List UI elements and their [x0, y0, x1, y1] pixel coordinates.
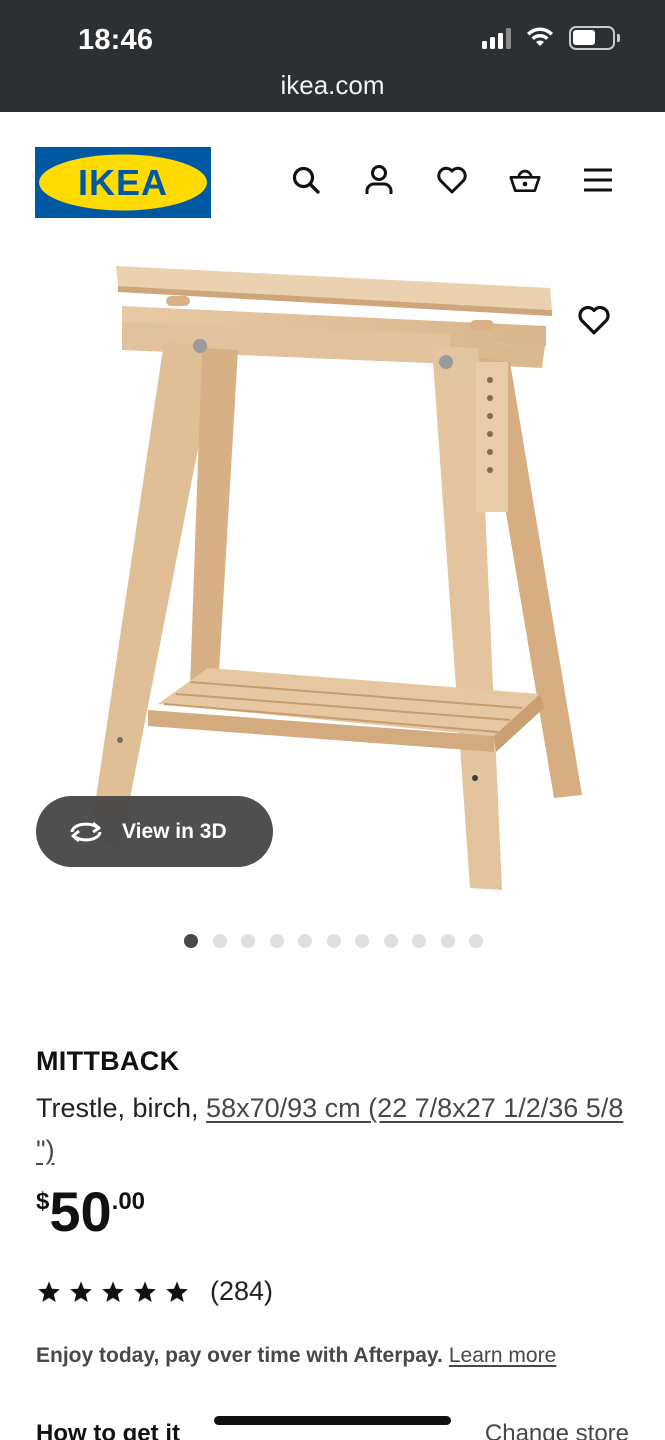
product-description: Trestle, birch, 58x70/93 cm (22 7/8x27 1… — [36, 1087, 636, 1171]
star-icon — [166, 1281, 188, 1302]
how-to-get-it-heading: How to get it — [36, 1420, 180, 1440]
gallery-dot[interactable] — [212, 934, 227, 948]
gallery-dot[interactable] — [241, 934, 255, 948]
star-icon — [70, 1281, 92, 1302]
url-bar[interactable]: ikea.com — [0, 70, 665, 101]
gallery-dot[interactable] — [269, 934, 284, 948]
view-in-3d-label: View in 3D — [122, 819, 227, 843]
gallery-dot[interactable] — [469, 934, 483, 948]
gallery-dot[interactable] — [383, 934, 398, 948]
site-header: IKEA — [0, 112, 665, 242]
menu-icon[interactable] — [582, 164, 614, 196]
price-cents: .00 — [111, 1188, 146, 1215]
rating-stars — [36, 1280, 190, 1304]
product-price: $ 50 .00 — [36, 1180, 145, 1244]
change-store-link[interactable]: Change store — [485, 1420, 629, 1440]
afterpay-text: Enjoy today, pay over time with Afterpay… — [36, 1344, 443, 1367]
price-whole: 50 — [49, 1180, 112, 1243]
browser-top-bar: 18:46 ikea.com — [0, 0, 665, 112]
add-to-favorites-button[interactable] — [574, 300, 614, 340]
gallery-dot[interactable] — [298, 934, 312, 948]
view-in-3d-button[interactable]: View in 3D — [36, 796, 273, 867]
product-name: MITTBACK — [36, 1046, 180, 1076]
star-icon — [102, 1281, 124, 1302]
wifi-icon — [527, 27, 553, 46]
heart-icon — [578, 305, 610, 335]
gallery-dot[interactable] — [440, 934, 455, 948]
afterpay-banner: Enjoy today, pay over time with Afterpay… — [36, 1344, 556, 1368]
favorites-icon[interactable] — [436, 164, 468, 196]
header-nav-icons — [290, 164, 614, 196]
star-icon — [134, 1281, 156, 1302]
account-icon[interactable] — [363, 164, 395, 196]
svg-text:IKEA: IKEA — [78, 162, 168, 203]
gallery-dot[interactable] — [412, 934, 426, 948]
gallery-dot[interactable] — [184, 934, 198, 948]
battery-icon — [569, 26, 620, 50]
ikea-logo[interactable]: IKEA — [35, 147, 211, 218]
gallery-dot[interactable] — [355, 934, 369, 948]
signal-icon — [482, 27, 511, 49]
product-type: Trestle, birch, — [36, 1093, 207, 1123]
rotate-3d-icon — [70, 821, 102, 842]
product-rating[interactable]: (284) — [36, 1276, 273, 1307]
basket-icon[interactable] — [509, 164, 541, 196]
home-indicator — [214, 1416, 451, 1425]
status-time: 18:46 — [78, 24, 154, 56]
gallery-dot[interactable] — [326, 934, 341, 948]
price-currency: $ — [36, 1188, 50, 1215]
rating-count: (284) — [210, 1276, 274, 1306]
gallery-pagination — [184, 934, 483, 948]
search-icon[interactable] — [290, 164, 322, 196]
status-icons — [482, 26, 620, 50]
star-icon — [38, 1281, 60, 1302]
afterpay-learn-more-link[interactable]: Learn more — [449, 1344, 556, 1367]
